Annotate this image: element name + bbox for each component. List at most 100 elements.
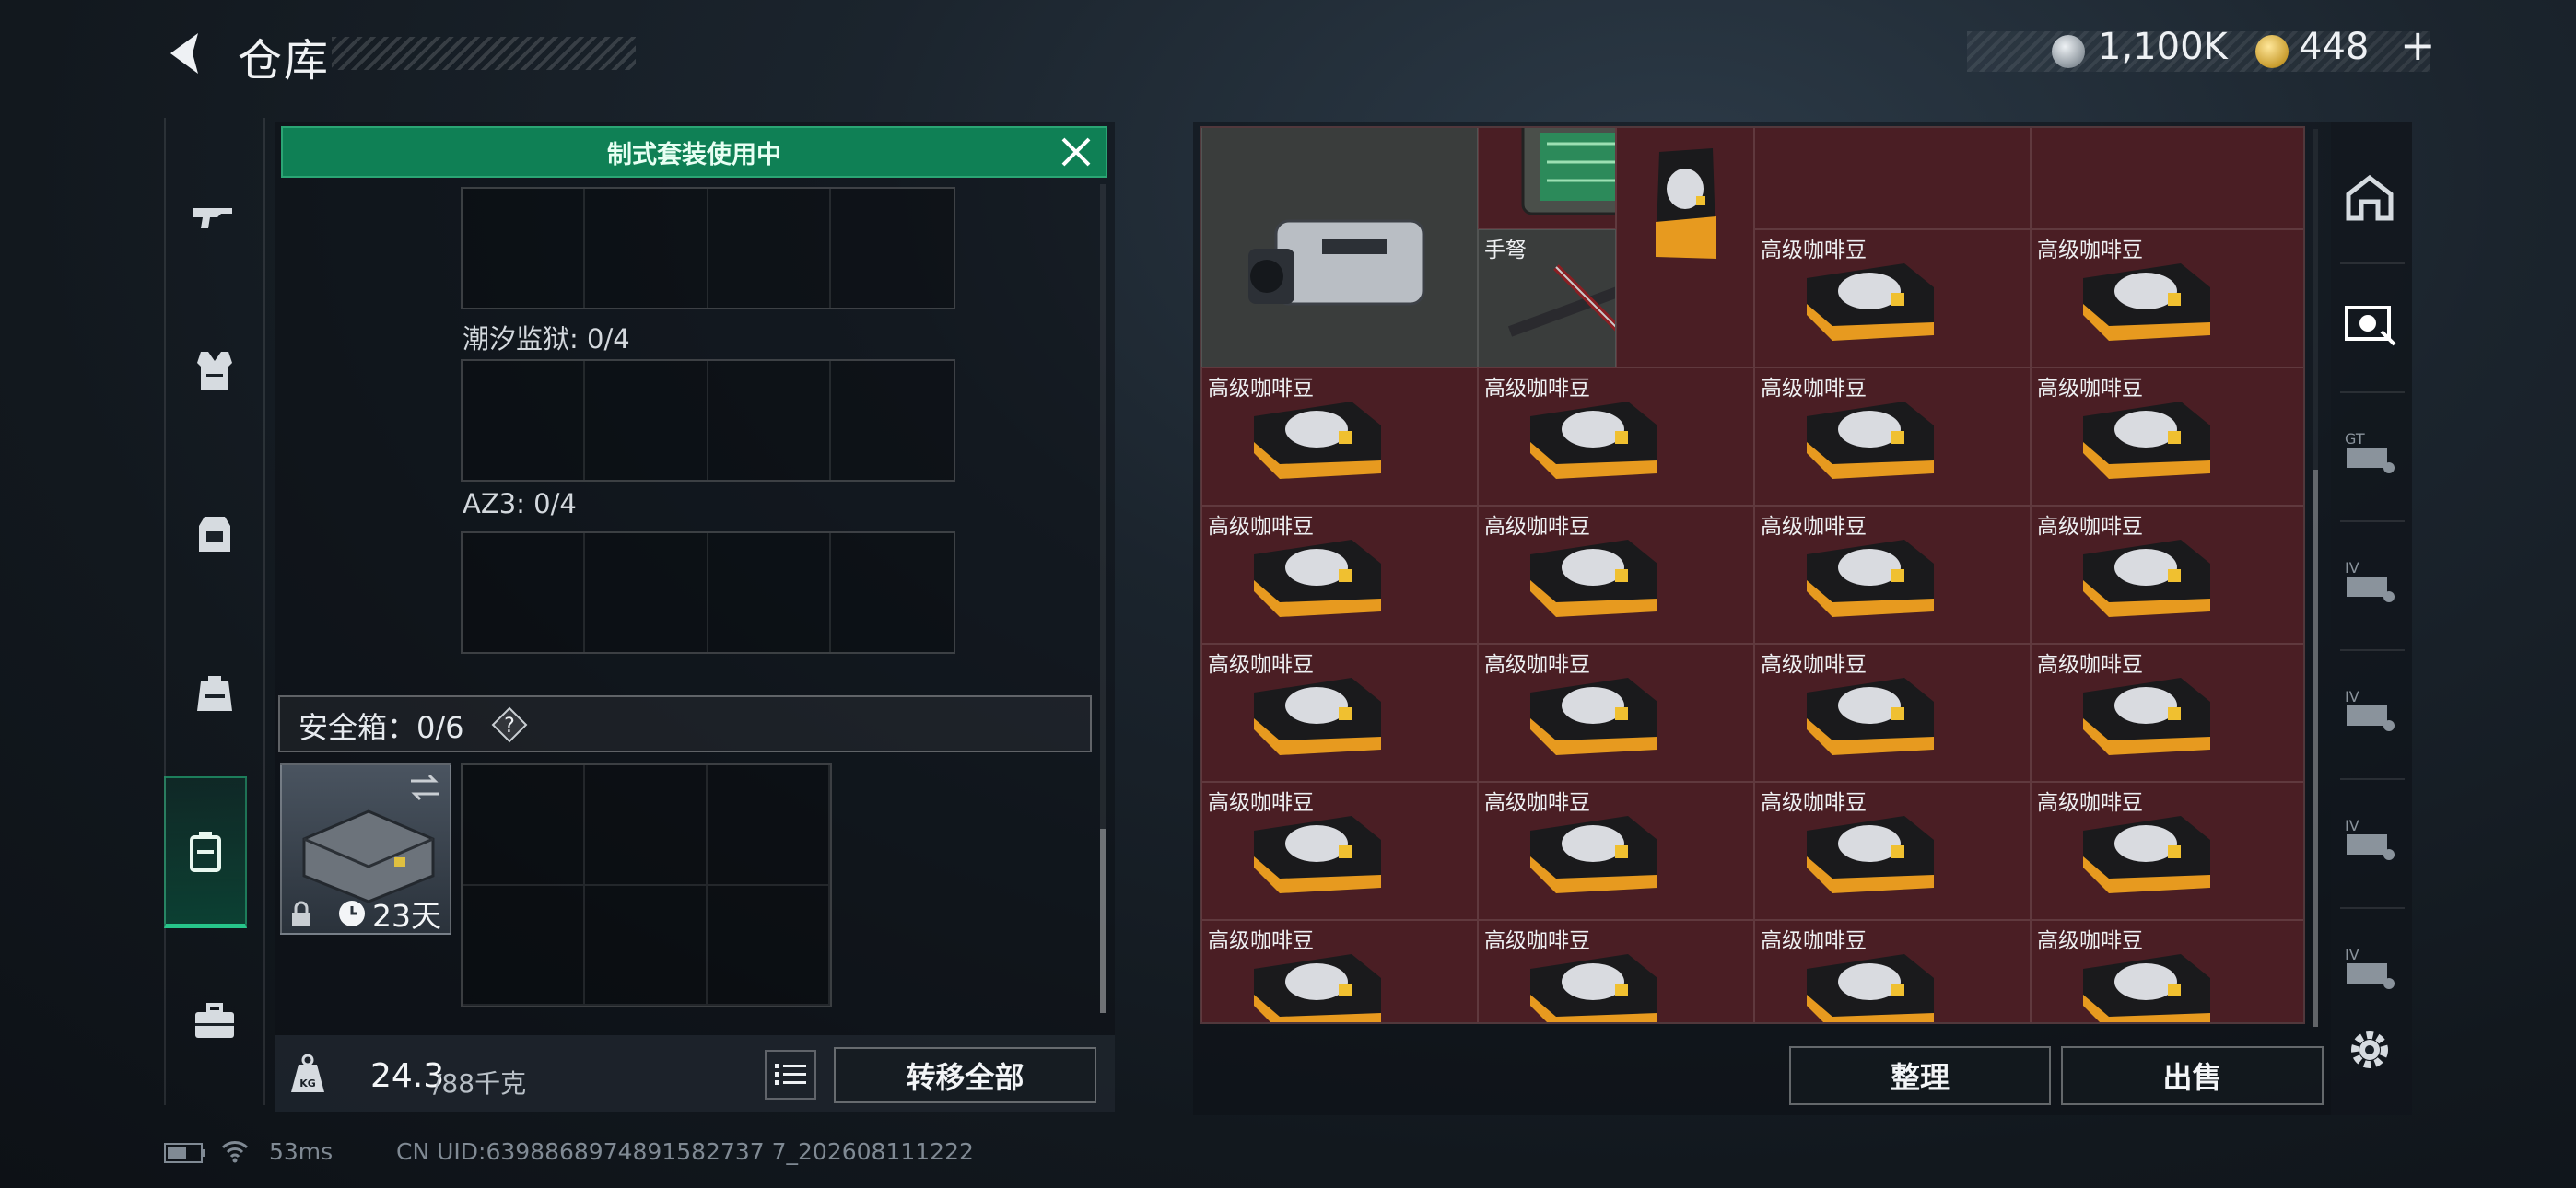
inventory-item[interactable]: 高级咖啡豆	[1754, 644, 2031, 782]
weight-max: /88千克	[433, 1068, 527, 1099]
inventory-item[interactable]: 高级咖啡豆	[1478, 782, 1754, 920]
swap-icon[interactable]	[407, 772, 442, 803]
transfer-all-button[interactable]: 转移全部	[834, 1047, 1096, 1103]
settings-gear-icon	[2351, 1031, 2388, 1068]
inventory-item[interactable]: 高级咖啡豆	[2031, 644, 2303, 782]
nav-backpack[interactable]	[166, 643, 263, 744]
inventory-item[interactable]: 高级咖啡豆	[1478, 506, 1754, 644]
sell-button[interactable]: 出售	[2061, 1046, 2324, 1105]
house-icon	[2346, 174, 2394, 221]
storage-tab[interactable]: GT	[2336, 419, 2403, 485]
storage-scrollbar-thumb[interactable]	[2313, 470, 2318, 1027]
inventory-item[interactable]: 高级咖啡豆	[2031, 367, 2303, 506]
rifle-icon	[193, 208, 232, 228]
inventory-item[interactable]: 手弩	[1478, 229, 1616, 367]
inventory-item[interactable]: 高级咖啡豆	[2031, 782, 2303, 920]
svg-text:IV: IV	[2345, 688, 2359, 705]
inventory-item[interactable]: 高级咖啡豆	[1754, 920, 2031, 1022]
vest-icon	[197, 352, 232, 390]
coffee-bag-icon	[1801, 527, 1939, 619]
list-view-button[interactable]	[765, 1050, 816, 1100]
settings-button[interactable]	[2336, 1017, 2403, 1083]
svg-text:IV: IV	[2345, 817, 2359, 834]
coffee-bag-icon	[1525, 803, 1663, 895]
inventory-item[interactable]: 高级咖啡豆	[1754, 229, 2031, 367]
az3-slot-grid[interactable]	[461, 531, 955, 654]
inventory-item[interactable]: 高级咖啡豆	[1478, 920, 1754, 1022]
coffee-bag-icon	[1525, 527, 1663, 619]
battery-icon	[164, 1143, 205, 1163]
storage-grid: 便携式同位素识别仪 军用终端 手弩 高级咖啡豆 高级咖啡豆 高级咖	[1200, 126, 2305, 1024]
inventory-item[interactable]: 军用终端	[1478, 128, 1616, 229]
storage-tab[interactable]	[2336, 166, 2403, 232]
safe-box-grid[interactable]	[461, 763, 832, 1007]
storage-tier-iv-icon: IV	[2345, 817, 2395, 860]
inventory-item[interactable]: 高级咖啡豆	[1754, 782, 2031, 920]
coffee-bag-icon	[1801, 389, 1939, 481]
nav-toolbox[interactable]	[166, 970, 263, 1071]
help-icon[interactable]: ?	[491, 706, 528, 743]
az3-slot-label: AZ3: 0/4	[463, 488, 577, 519]
inventory-item[interactable]: 便携式同位素识别仪	[1201, 128, 1478, 367]
safe-case-icon	[190, 832, 221, 872]
nav-armor[interactable]	[166, 320, 263, 422]
storage-tab[interactable]: IV	[2336, 935, 2403, 1001]
tide-prison-slot-grid[interactable]	[461, 359, 955, 482]
loadout-scrollbar-thumb[interactable]	[1100, 829, 1106, 1013]
svg-text:IV: IV	[2345, 946, 2359, 963]
inventory-item[interactable]: 高级咖啡豆	[1754, 367, 2031, 506]
inventory-item[interactable]	[2031, 128, 2303, 229]
inventory-item[interactable]: 高级咖啡豆	[1201, 920, 1478, 1022]
silver-currency-amount: 1,100K	[2098, 26, 2228, 68]
nav-rig[interactable]	[166, 482, 263, 583]
coffee-bag-icon	[1248, 665, 1387, 757]
storage-tab[interactable]: IV	[2336, 548, 2403, 614]
storage-tab[interactable]	[2336, 290, 2403, 356]
back-arrow-icon[interactable]	[161, 29, 209, 77]
coffee-bag-icon	[2078, 389, 2216, 481]
coffee-bag-icon	[1801, 941, 1939, 1022]
coffee-bag-icon	[1525, 389, 1663, 481]
inventory-item[interactable]: 高级咖啡豆	[1201, 367, 1478, 506]
storage-tab[interactable]: IV	[2336, 677, 2403, 743]
inventory-item[interactable]: 高级咖啡豆	[1478, 367, 1754, 506]
header-stripe-decoration	[332, 37, 636, 70]
rail-divider	[2340, 907, 2405, 909]
tide-prison-slot-label: 潮汐监狱: 0/4	[463, 323, 630, 355]
coffee-bag-icon	[1801, 250, 1939, 343]
nav-weapon[interactable]	[166, 164, 263, 265]
close-icon[interactable]	[1058, 134, 1095, 170]
toolbox-icon	[195, 1003, 234, 1038]
coffee-bag-icon	[1248, 389, 1387, 481]
inventory-item[interactable]: 高级咖啡豆	[2031, 506, 2303, 644]
rail-divider	[2340, 391, 2405, 393]
coffee-bag-icon	[1525, 941, 1663, 1022]
storage-tab[interactable]: IV	[2336, 806, 2403, 872]
svg-text:KG: KG	[299, 1077, 316, 1089]
coffee-bag-icon	[1801, 665, 1939, 757]
sort-button[interactable]: 整理	[1789, 1046, 2051, 1105]
inventory-item[interactable]: 高级咖啡豆	[1201, 506, 1478, 644]
rail-divider	[2340, 262, 2405, 264]
add-currency-button[interactable]: +	[2400, 20, 2436, 70]
inventory-item[interactable]: 高级咖啡豆	[1478, 644, 1754, 782]
nav-safe-case[interactable]	[164, 776, 247, 928]
inventory-item[interactable]: 高级咖啡豆	[2031, 920, 2303, 1022]
inventory-item[interactable]: 高级咖啡豆	[1201, 782, 1478, 920]
coffee-bag-icon	[2078, 941, 2216, 1022]
container-slot-grid[interactable]	[461, 187, 955, 309]
inventory-item[interactable]	[1754, 128, 2031, 229]
coffee-bag-icon	[2078, 803, 2216, 895]
case-days-remaining: 23天	[372, 898, 441, 934]
rail-divider	[2340, 520, 2405, 522]
safe-box-capacity: 安全箱：0/6	[299, 710, 464, 745]
inventory-item[interactable]: 高级咖啡豆	[2031, 229, 2303, 367]
inventory-item[interactable]: 高级咖啡豆	[1616, 128, 1754, 367]
isotope-scanner-icon	[1248, 219, 1425, 306]
coffee-bag-icon	[2078, 665, 2216, 757]
military-terminal-icon	[1521, 128, 1615, 215]
list-icon	[775, 1064, 806, 1085]
inventory-item[interactable]: 高级咖啡豆	[1754, 506, 2031, 644]
inventory-item[interactable]: 高级咖啡豆	[1201, 644, 1478, 782]
gold-coin-icon	[2255, 35, 2289, 68]
